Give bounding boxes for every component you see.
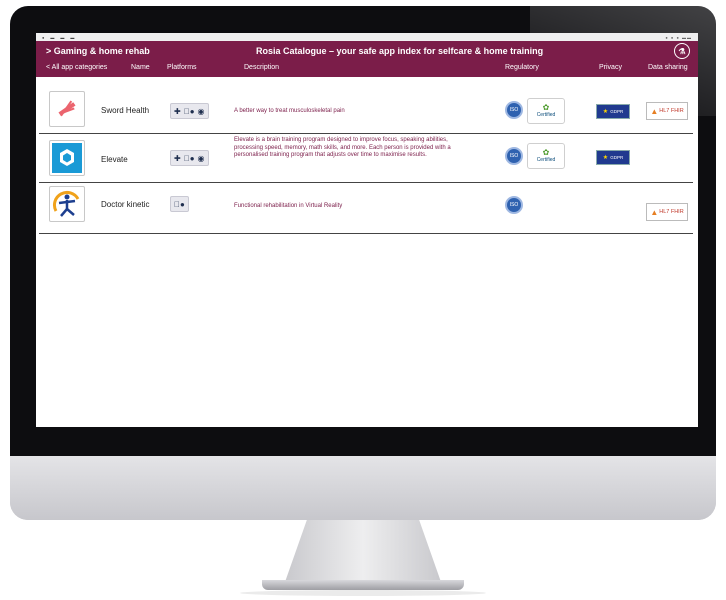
app-name[interactable]: Doctor kinetic <box>101 200 149 209</box>
back-to-categories-link[interactable]: < All app categories <box>46 64 107 71</box>
web-icon: ◉ <box>191 153 205 163</box>
gdpr-icon: ★ GDPR <box>596 150 630 165</box>
hl7-fhir-badge: ▲ HL7 FHIR <box>646 203 688 221</box>
category-title[interactable]: > Gaming & home rehab <box>46 46 150 56</box>
platform-badges: ● <box>170 196 189 212</box>
screen: ● ▬ ▬ ▬ ● ● ● ▬▬ > Gaming & home rehab R… <box>36 33 698 427</box>
app-description: Elevate is a brain training program desi… <box>234 137 451 158</box>
app-name[interactable]: Elevate <box>101 155 128 164</box>
hl7-fhir-badge: ▲ HL7 FHIR <box>646 102 688 120</box>
android-icon: ✚ <box>174 106 181 116</box>
table-row-doctor-kinetic[interactable]: Doctor kinetic ● Functional rehabilitat… <box>39 183 693 234</box>
iso-icon: ISO <box>505 196 523 214</box>
apple-icon: ● <box>174 199 185 209</box>
page-title: Rosia Catalogue – your safe app index fo… <box>256 45 544 56</box>
elevate-logo <box>49 140 85 176</box>
leaf-icon: ✿ <box>542 103 550 112</box>
app-header: > Gaming & home rehab Rosia Catalogue – … <box>36 41 698 60</box>
system-tray: ● ● ● ▬▬ <box>665 34 692 40</box>
apple-icon: ● <box>183 153 195 163</box>
app-name[interactable]: Sword Health <box>101 106 149 115</box>
doctor-kinetic-logo-icon <box>52 190 80 217</box>
col-description: Description <box>244 64 280 71</box>
app-description: Functional rehabilitation in Virtual Rea… <box>234 203 343 209</box>
sword-health-logo <box>49 91 85 127</box>
leaf-icon: ✿ <box>542 148 550 157</box>
platform-badges: ✚ ● ◉ <box>170 150 209 166</box>
platforms: ✚ ● ◉ <box>170 103 209 119</box>
doctor-kinetic-logo <box>49 186 85 222</box>
web-icon: ◉ <box>191 106 205 116</box>
col-name: Name <box>131 64 150 71</box>
menu-item[interactable]: ▬ <box>50 35 54 40</box>
iso-icon: ISO <box>505 147 523 165</box>
elevate-logo-icon <box>52 143 82 173</box>
col-data-sharing: Data sharing <box>648 64 688 71</box>
platforms: ✚ ● ◉ <box>170 150 209 166</box>
monitor-stand <box>285 520 441 582</box>
sword-logo-icon <box>58 100 76 117</box>
gdpr-icon: ★ GDPR <box>596 104 630 119</box>
eu-stars-icon: ★ <box>602 155 609 161</box>
android-icon: ✚ <box>174 153 181 163</box>
hl7-flame-icon: ▲ <box>650 207 659 217</box>
apple-menu-icon[interactable]: ● <box>42 35 44 40</box>
monitor-chin <box>10 456 716 520</box>
table-row-sword-health[interactable]: Sword Health ✚ ● ◉ A better way to trea… <box>39 86 693 134</box>
hl7-flame-icon: ▲ <box>650 106 659 116</box>
table-row-elevate[interactable]: Elevate ✚ ● ◉ Elevate is a brain traini… <box>39 134 693 183</box>
monitor-base <box>262 580 464 590</box>
iso-icon: ISO <box>505 101 523 119</box>
column-header-bar: < All app categories Name Platforms Desc… <box>36 60 698 77</box>
menu-item[interactable]: ▬ <box>70 35 74 40</box>
base-shadow <box>240 590 486 596</box>
app-description: A better way to treat musculoskeletal pa… <box>234 108 345 114</box>
certified-badge: ✿ Certified <box>527 143 565 169</box>
platform-badges: ✚ ● ◉ <box>170 103 209 119</box>
logo-icon: ⚗ <box>674 43 690 59</box>
platforms: ● <box>170 196 189 212</box>
col-privacy: Privacy <box>599 64 622 71</box>
menu-item[interactable]: ▬ <box>60 35 64 40</box>
apple-icon: ● <box>183 106 195 116</box>
col-platforms: Platforms <box>167 64 197 71</box>
col-regulatory: Regulatory <box>505 64 539 71</box>
os-menubar: ● ▬ ▬ ▬ ● ● ● ▬▬ <box>36 33 698 41</box>
eu-stars-icon: ★ <box>602 109 609 115</box>
certified-badge: ✿ Certified <box>527 98 565 124</box>
